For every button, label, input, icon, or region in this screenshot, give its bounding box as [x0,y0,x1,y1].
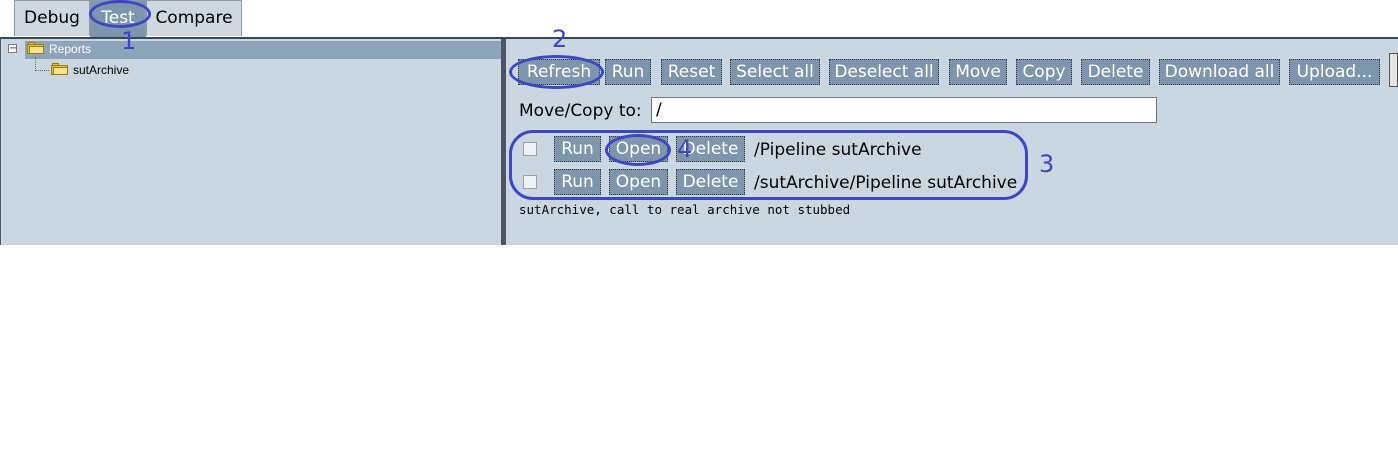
tree-connector [35,70,49,71]
run-button[interactable]: Run [605,59,651,85]
refresh-button[interactable]: Refresh [518,59,600,85]
collapse-icon[interactable]: − [8,44,17,54]
folder-icon [51,63,68,75]
annotation-number: 3 [1039,150,1055,178]
annotation-number: 4 [677,135,693,163]
main-area: − Reports sutArchive Refresh Run Reset S… [0,39,1398,245]
upload-button[interactable]: Upload... [1289,59,1380,85]
report-checkbox[interactable] [523,142,537,156]
download-all-button[interactable]: Download all [1159,59,1280,85]
report-tree-pane: − Reports sutArchive [0,39,502,245]
report-note: sutArchive, call to real archive not stu… [519,202,851,217]
reset-button[interactable]: Reset [661,59,722,85]
select-all-button[interactable]: Select all [730,59,820,85]
annotation-number: 1 [121,27,137,55]
tree-item-sutarchive[interactable]: sutArchive [73,63,129,77]
delete-button[interactable]: Delete [1081,59,1150,85]
report-actions-pane: Refresh Run Reset Select all Deselect al… [506,39,1398,245]
tab-test[interactable]: Test [90,0,146,38]
report-open-button[interactable]: Open [609,169,668,195]
tab-debug[interactable]: Debug [14,0,90,36]
tree-item-reports[interactable]: Reports [49,42,91,56]
report-checkbox[interactable] [523,175,537,189]
report-open-button[interactable]: Open [609,136,668,162]
move-copy-label: Move/Copy to: [519,101,642,121]
tab-compare[interactable]: Compare [146,0,242,36]
tree-root-highlight[interactable] [25,41,502,59]
move-button[interactable]: Move [949,59,1007,85]
report-delete-button[interactable]: Delete [676,169,745,195]
report-path: /sutArchive/Pipeline sutArchive [754,173,1018,193]
copy-button[interactable]: Copy [1016,59,1072,85]
folder-icon [27,42,44,54]
report-run-button[interactable]: Run [554,136,601,162]
report-path: /Pipeline sutArchive [754,140,922,160]
hidden-input-edge[interactable] [1389,53,1398,87]
tab-bar: Debug Test Compare [0,0,1398,39]
move-copy-field[interactable]: / [651,97,1157,123]
deselect-all-button[interactable]: Deselect all [829,59,939,85]
report-run-button[interactable]: Run [554,169,601,195]
annotation-number: 2 [552,25,568,53]
tree-connector [35,57,36,71]
